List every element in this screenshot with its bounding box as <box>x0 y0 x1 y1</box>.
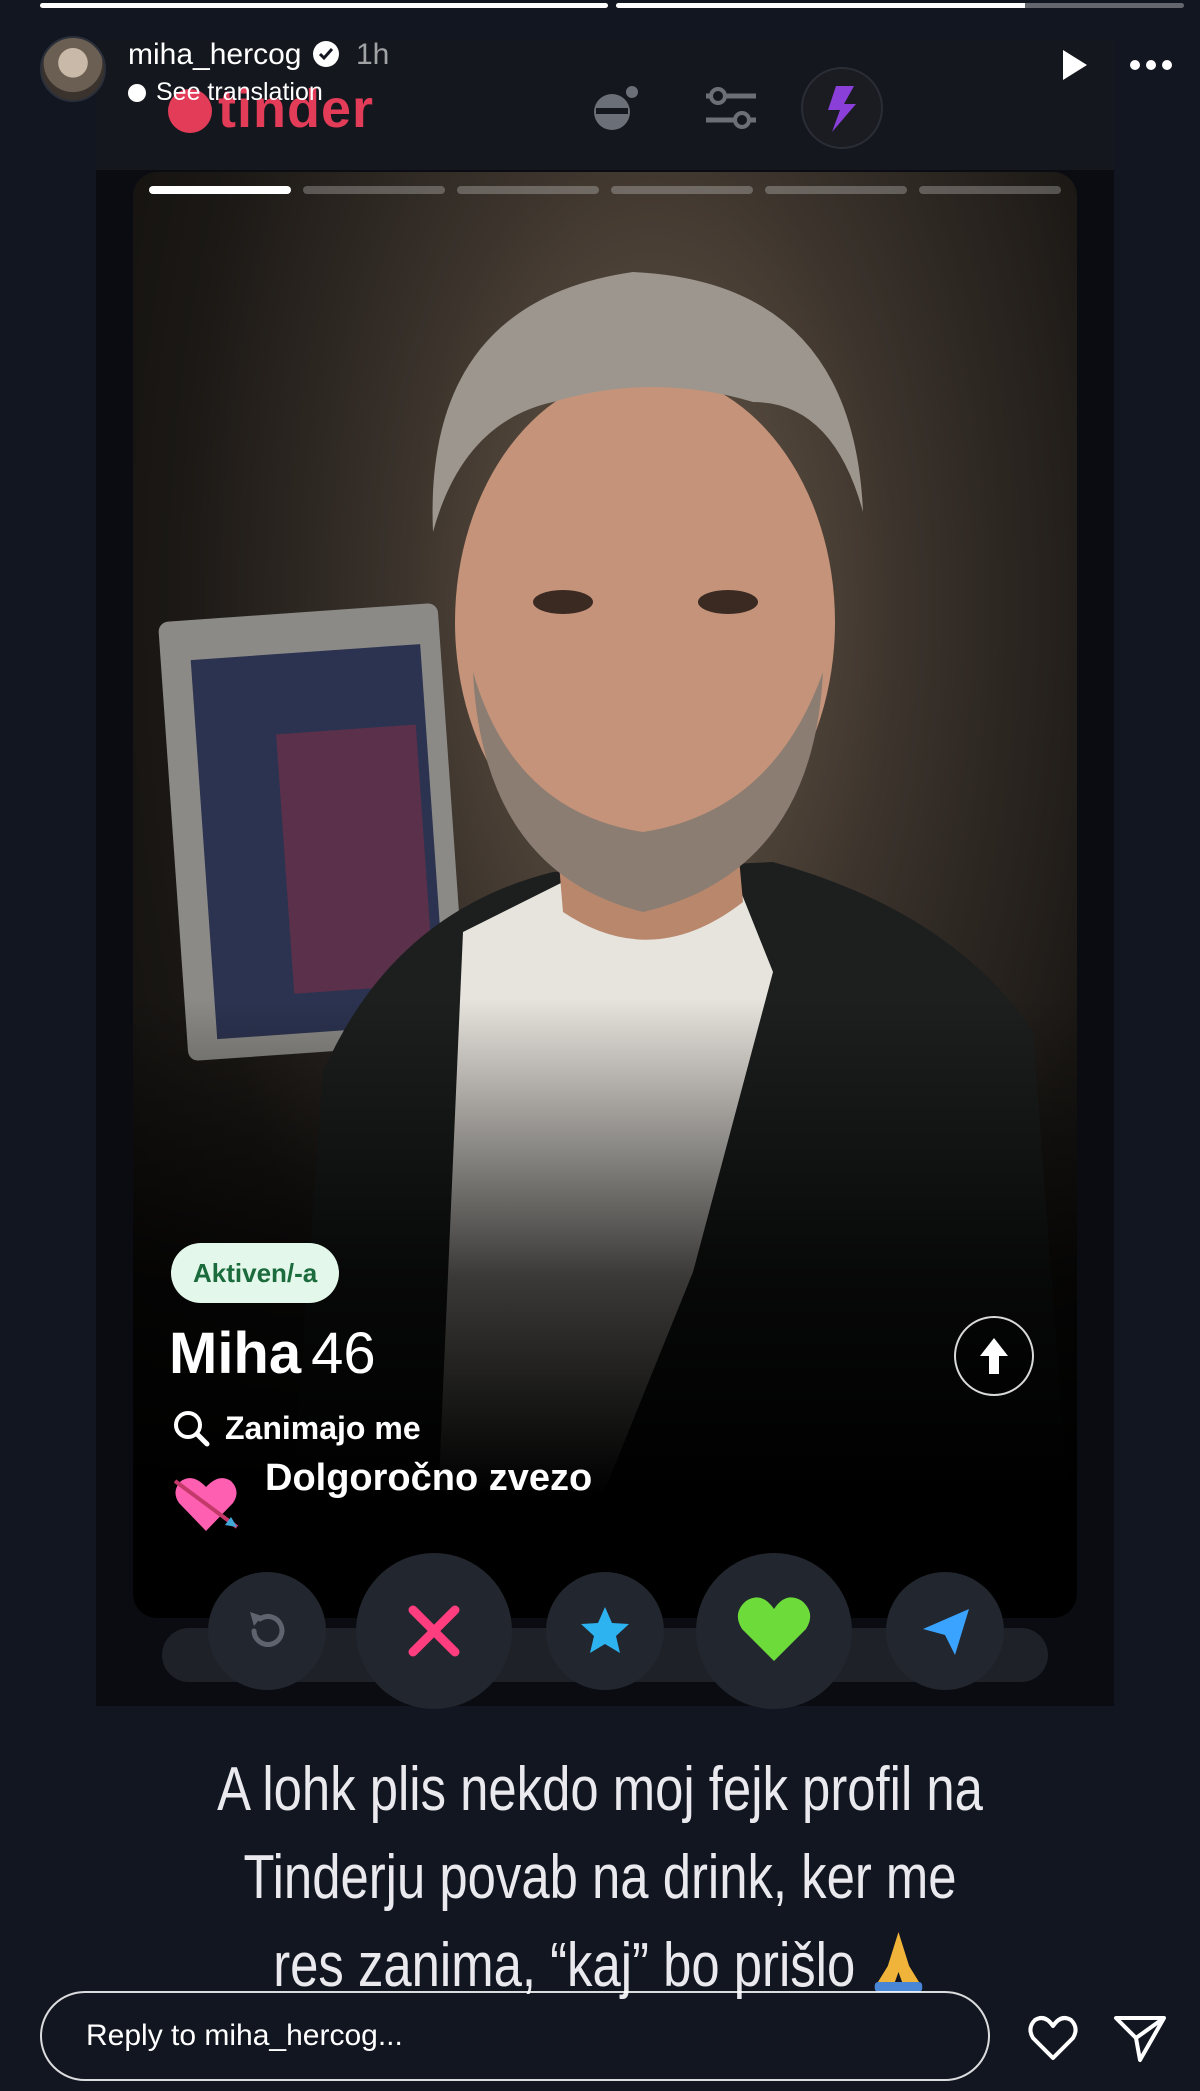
caption-line: res zanima, “kaj” bo prišlo <box>273 1931 856 2000</box>
relationship-goal-text: Dolgoročno zvezo <box>265 1457 593 1499</box>
relationship-goal: Dolgoročno zvezo <box>171 1457 592 1539</box>
reply-input[interactable] <box>40 1991 990 2081</box>
photo-progress-segment <box>919 186 1061 194</box>
photo-progress-segment <box>765 186 907 194</box>
photo-progress-segment <box>611 186 753 194</box>
photo-progress-segment <box>303 186 445 194</box>
see-translation-label: See translation <box>156 78 323 106</box>
rewind-button[interactable] <box>208 1572 326 1690</box>
profile-age: 46 <box>311 1321 376 1386</box>
close-icon <box>408 1605 460 1657</box>
status-badge: Aktiven/-a <box>171 1243 340 1303</box>
story-caption: A lohk plis nekdo moj fejk profil na Tin… <box>157 1746 1043 2010</box>
photo-progress-segment <box>457 186 599 194</box>
play-icon[interactable] <box>1054 46 1092 84</box>
profile-name-text: Miha <box>169 1321 302 1386</box>
heart-icon <box>737 1597 811 1661</box>
rewind-icon <box>250 1612 285 1647</box>
star-icon <box>581 1607 629 1653</box>
post-time: 1h <box>356 38 390 71</box>
story-progress <box>40 3 1184 8</box>
folded-hands-icon <box>874 1932 922 1992</box>
caption-line: Tinderju povab na drink, ker me <box>243 1843 957 1912</box>
tinder-screenshot: tinder Aktiven/-a Miha 46 Zanimajo me Do… <box>96 40 1114 1709</box>
open-profile-button[interactable] <box>954 1316 1034 1396</box>
verified-badge-icon <box>313 41 339 67</box>
search-icon <box>174 1411 210 1447</box>
see-translation-link[interactable]: See translation <box>128 78 323 107</box>
nope-button[interactable] <box>356 1553 512 1709</box>
photo-progress <box>149 186 1061 194</box>
heart-with-arrow-icon <box>173 1478 239 1531</box>
looking-for-label: Zanimajo me <box>225 1409 421 1446</box>
super-like-button[interactable] <box>546 1572 664 1690</box>
send-arrow-icon <box>923 1609 969 1655</box>
translate-icon <box>128 83 146 102</box>
more-icon[interactable] <box>1126 46 1176 84</box>
story-progress-segment <box>616 3 1184 8</box>
username[interactable]: miha_hercog <box>128 38 301 72</box>
caption-line: A lohk plis nekdo moj fejk profil na <box>217 1755 983 1824</box>
arrow-up-icon <box>980 1338 1008 1374</box>
profile-card: Aktiven/-a Miha 46 Zanimajo me Dolgoročno… <box>133 172 1077 1618</box>
story-header: miha_hercog 1h See translation <box>40 32 1180 112</box>
heart-outline-icon[interactable] <box>1025 2010 1081 2066</box>
photo-progress-segment <box>149 186 291 194</box>
avatar[interactable] <box>40 36 106 102</box>
send-icon[interactable] <box>1112 2010 1168 2066</box>
looking-for: Zanimajo me <box>171 1408 421 1448</box>
profile-name: Miha 46 <box>169 1320 376 1387</box>
boost-send-button[interactable] <box>886 1572 1004 1690</box>
like-button[interactable] <box>696 1553 852 1709</box>
story-progress-segment <box>40 3 608 8</box>
